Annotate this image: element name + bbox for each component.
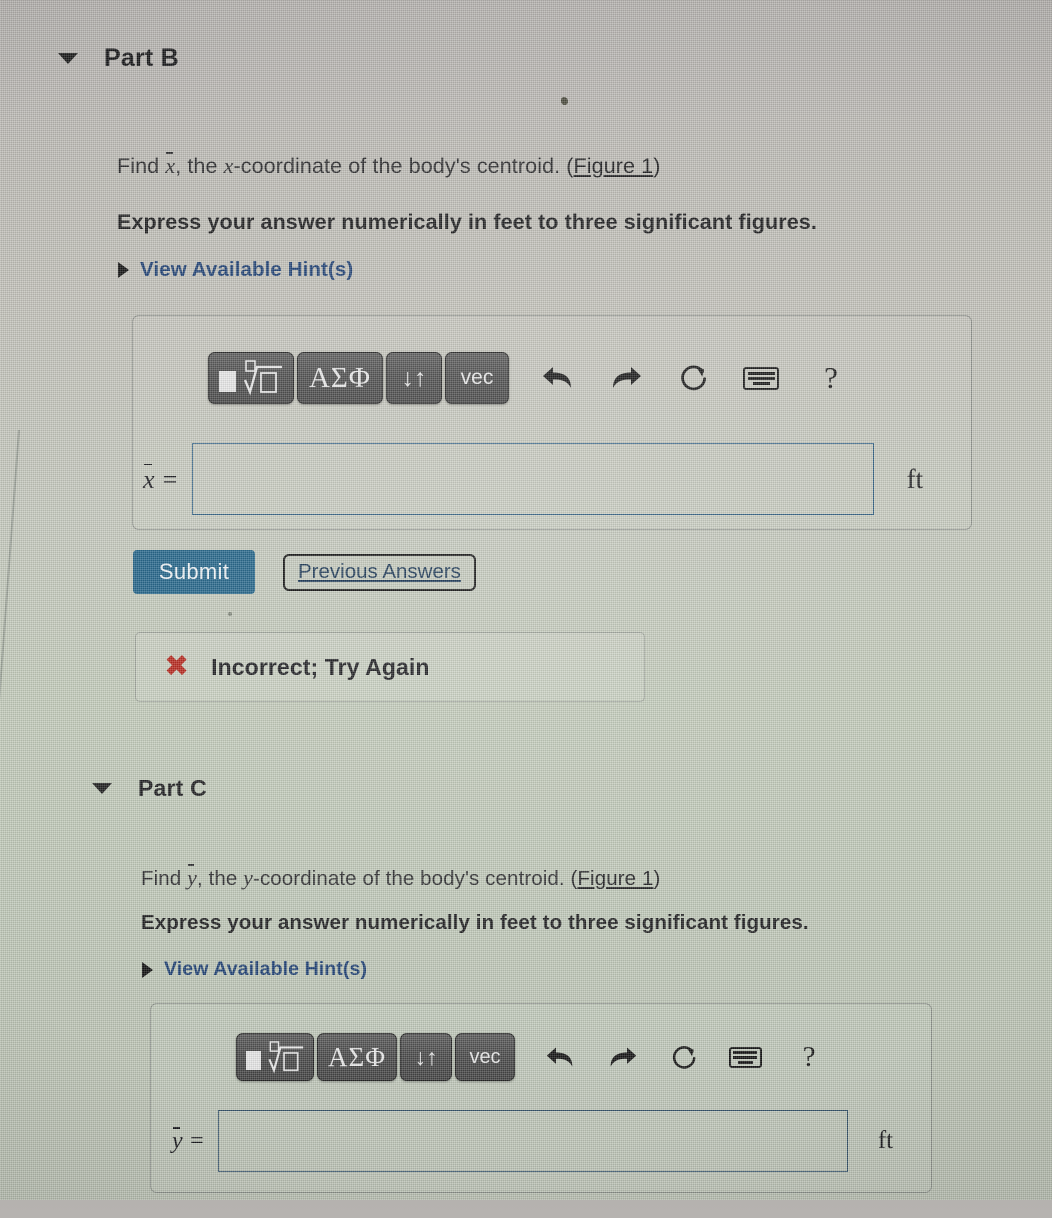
x-bar-label-icon: x [143, 463, 155, 494]
part-c-hint-label[interactable]: View Available Hint(s) [164, 958, 367, 981]
part-c-header[interactable]: Part C [92, 775, 207, 802]
keyboard-icon[interactable] [738, 356, 784, 400]
reset-icon[interactable] [672, 356, 716, 400]
part-b-answer-row: x = ft [143, 443, 923, 515]
part-c-answer-row: y = ft [172, 1110, 893, 1172]
help-icon[interactable]: ? [793, 1037, 825, 1077]
part-c-title: Part C [138, 775, 207, 801]
figure-1-link-label[interactable]: Figure 1 [574, 154, 654, 178]
part-b-header[interactable]: Part B [58, 44, 179, 73]
dust-speck [228, 612, 232, 616]
part-c-unit-label: ft [877, 1127, 894, 1154]
template-glyph-icon [218, 360, 284, 396]
help-icon[interactable]: ? [814, 356, 848, 400]
part-c-answer-input[interactable] [217, 1110, 848, 1172]
part-b-instruction: Express your answer numerically in feet … [117, 210, 817, 234]
keyboard-glyph [743, 366, 779, 390]
part-b-feedback-text: Incorrect; Try Again [211, 653, 430, 680]
question-suffix: -coordinate of the body's centroid. [253, 867, 571, 890]
part-b-unit-label: ft [906, 463, 924, 494]
expand-caret-icon[interactable] [118, 262, 129, 278]
keyboard-spacebar [737, 1060, 753, 1064]
redo-icon[interactable] [602, 1037, 642, 1077]
part-c-answer-label: y = [172, 1127, 205, 1155]
y-bar-label-icon: y [172, 1127, 183, 1154]
part-c-math-toolbar: ΑΣΦ ↓↑ vec ? [236, 1033, 825, 1081]
part-b-submit-button[interactable]: Submit [133, 550, 255, 594]
paren-close: ) [653, 154, 661, 178]
part-b-math-toolbar: ΑΣΦ ↓↑ vec ? [208, 352, 848, 404]
redo-icon[interactable] [604, 356, 648, 400]
template-glyph-icon [245, 1040, 305, 1074]
question-prefix: Find [117, 154, 166, 178]
vector-button[interactable]: vec [455, 1033, 515, 1081]
nth-root-icon [238, 360, 284, 396]
x-symbol: x [223, 153, 234, 178]
undo-icon[interactable] [540, 1037, 580, 1077]
keyboard-spacebar [752, 381, 770, 385]
part-b-hints-toggle[interactable]: View Available Hint(s) [118, 258, 353, 282]
y-bar-symbol: y [187, 864, 197, 890]
incorrect-x-icon: ✖ [164, 649, 190, 684]
reset-icon[interactable] [664, 1037, 704, 1077]
dust-speck [561, 97, 568, 105]
part-b-submit-row: Submit Previous Answers [133, 550, 476, 594]
part-c-instruction: Express your answer numerically in feet … [141, 911, 809, 934]
keyboard-key-row [747, 371, 775, 375]
part-b-title: Part B [104, 44, 179, 72]
screen-bezel-reflection [0, 429, 20, 1218]
greek-letters-button[interactable]: ΑΣΦ [297, 352, 383, 404]
paren-open: ( [566, 154, 574, 178]
y-symbol: y [243, 865, 254, 890]
keyboard-glyph [728, 1046, 762, 1068]
collapse-caret-icon[interactable] [92, 783, 112, 794]
math-template-button[interactable] [208, 352, 294, 404]
figure-1-link-label[interactable]: Figure 1 [577, 867, 653, 890]
nth-root-icon [263, 1040, 305, 1074]
figure-1-link[interactable]: (Figure 1) [566, 154, 660, 178]
filled-box-icon [218, 371, 236, 392]
part-b-question: Find x, the x-coordinate of the body's c… [117, 152, 660, 179]
part-c-hints-toggle[interactable]: View Available Hint(s) [142, 958, 367, 981]
figure-1-link[interactable]: (Figure 1) [571, 867, 661, 890]
part-b-answer-label: x = [143, 463, 179, 495]
question-suffix: -coordinate of the body's centroid. [233, 154, 567, 178]
filled-box-icon [245, 1051, 261, 1070]
undo-icon[interactable] [536, 356, 580, 400]
updown-arrows-button[interactable]: ↓↑ [400, 1033, 452, 1081]
paren-close: ) [653, 867, 661, 890]
question-mid: , the [175, 154, 224, 178]
math-template-button[interactable] [236, 1033, 314, 1081]
equals-sign: = [154, 464, 179, 494]
expand-caret-icon[interactable] [142, 961, 153, 978]
keyboard-key-row [733, 1050, 757, 1054]
greek-letters-button[interactable]: ΑΣΦ [317, 1033, 397, 1081]
part-b-previous-answers-button[interactable]: Previous Answers [283, 553, 476, 591]
keyboard-key-row [747, 376, 775, 380]
part-b-answer-input[interactable] [191, 443, 874, 515]
collapse-caret-icon[interactable] [58, 53, 78, 64]
part-c-question: Find y, the y-coordinate of the body's c… [141, 864, 660, 891]
part-b-feedback: ✖ Incorrect; Try Again [135, 632, 645, 702]
question-mid: , the [196, 867, 244, 890]
keyboard-key-row [733, 1055, 757, 1059]
part-b-hint-label[interactable]: View Available Hint(s) [140, 258, 353, 282]
question-prefix: Find [141, 867, 188, 890]
keyboard-icon[interactable] [724, 1037, 766, 1077]
updown-arrows-button[interactable]: ↓↑ [386, 352, 442, 404]
x-bar-symbol: x [165, 152, 176, 178]
equals-sign: = [182, 1128, 205, 1154]
vector-button[interactable]: vec [445, 352, 509, 404]
